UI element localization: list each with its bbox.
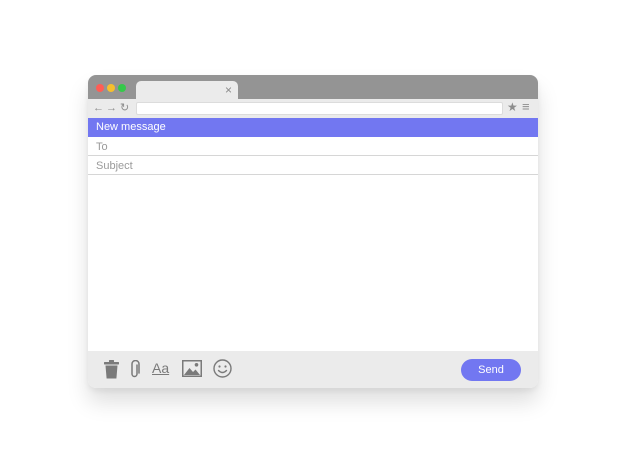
title-bar: × [88, 75, 538, 99]
subject-input[interactable] [96, 157, 526, 175]
send-button[interactable]: Send [461, 359, 521, 381]
paperclip-icon[interactable] [129, 359, 140, 384]
subject-field-row [88, 156, 538, 175]
navigation-bar: ← → ↻ ★ ≡ [88, 99, 538, 118]
trash-icon[interactable] [104, 360, 119, 384]
image-icon[interactable] [182, 360, 202, 382]
message-body[interactable] [88, 175, 538, 351]
reload-icon[interactable]: ↻ [120, 101, 129, 115]
text-format-icon[interactable]: Aa [152, 359, 169, 377]
bookmark-star-icon[interactable]: ★ [507, 100, 518, 114]
browser-tab[interactable]: × [136, 81, 238, 99]
compose-header: New message [88, 118, 538, 137]
tab-close-icon[interactable]: × [225, 83, 232, 97]
to-input[interactable] [96, 138, 526, 156]
maximize-window-button[interactable] [118, 84, 126, 92]
menu-icon[interactable]: ≡ [522, 100, 530, 114]
back-arrow-icon[interactable]: ← [93, 101, 104, 115]
close-window-button[interactable] [96, 84, 104, 92]
minimize-window-button[interactable] [107, 84, 115, 92]
compose-toolbar: Aa Send [88, 351, 538, 388]
forward-arrow-icon[interactable]: → [106, 101, 117, 115]
address-bar[interactable] [136, 102, 503, 115]
browser-window: × ← → ↻ ★ ≡ New message Aa [88, 75, 538, 388]
to-field-row [88, 137, 538, 156]
emoji-icon[interactable] [213, 359, 232, 383]
